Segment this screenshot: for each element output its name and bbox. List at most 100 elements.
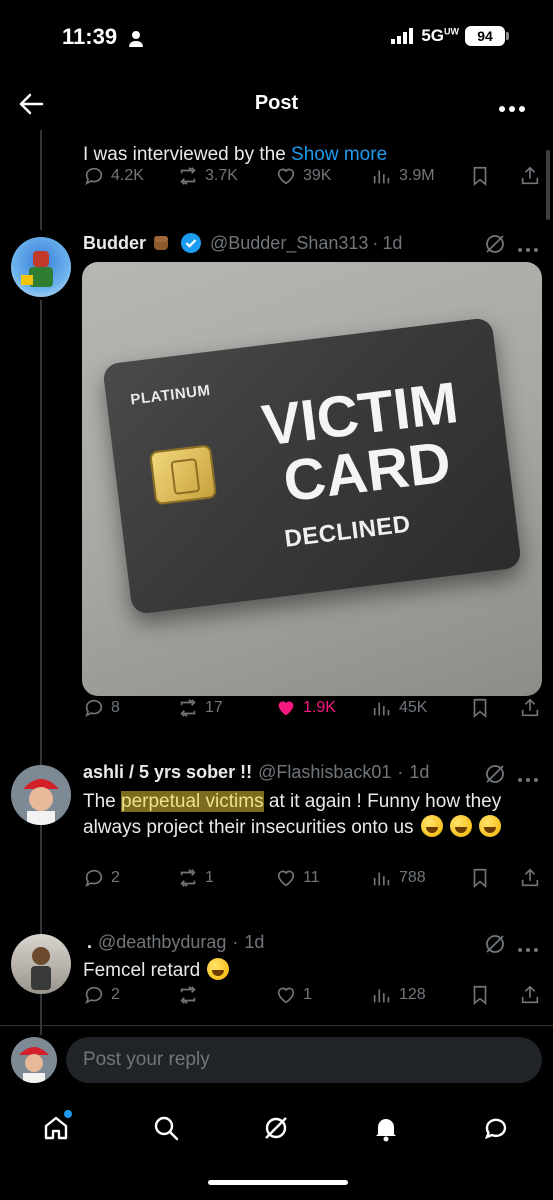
grok-icon (486, 935, 504, 953)
show-more-link[interactable]: Show more (291, 144, 387, 165)
like-count: 1 (303, 986, 312, 1003)
post-time: 1d (409, 762, 430, 782)
view-count: 3.9M (399, 167, 435, 184)
tab-home[interactable] (36, 1108, 76, 1148)
avatar[interactable] (11, 934, 71, 994)
heart-icon (277, 168, 295, 185)
grok-icon (486, 235, 504, 253)
share-button[interactable] (519, 984, 541, 1006)
views-button[interactable]: 788 (371, 867, 426, 889)
heart-filled-icon (278, 701, 294, 716)
thread-line (40, 300, 42, 1035)
more-options-button[interactable] (498, 100, 526, 118)
reply-input[interactable]: Post your reply (66, 1037, 542, 1083)
more-dots-icon (499, 106, 525, 112)
share-icon (521, 166, 539, 185)
reply-button[interactable]: 2 (83, 984, 120, 1006)
reply-icon (85, 869, 103, 888)
avatar[interactable] (11, 765, 71, 825)
author-handle[interactable]: @Budder_Shan313 (210, 233, 368, 254)
repost-icon (180, 986, 196, 1004)
views-icon (373, 989, 390, 1003)
post-image[interactable]: PLATINUM VICTIM CARD DECLINED (82, 262, 542, 696)
highlighted-text: perpetual victims (121, 791, 264, 812)
grok-button[interactable] (484, 933, 506, 960)
views-icon (373, 702, 390, 716)
share-button[interactable] (519, 697, 541, 719)
home-indicator (208, 1180, 348, 1185)
like-button[interactable]: 39K (275, 165, 331, 187)
reply-count: 8 (111, 699, 120, 716)
avatar-person-icon (23, 779, 59, 825)
avatar-person-icon (31, 947, 51, 990)
rofl-emoji-icon (479, 815, 502, 837)
more-dots-icon (518, 248, 538, 252)
home-icon (44, 1116, 68, 1140)
views-button[interactable]: 3.9M (371, 165, 435, 187)
author-handle[interactable]: @deathbydurag (98, 932, 226, 953)
repost-count: 1 (205, 869, 214, 886)
my-avatar[interactable] (11, 1037, 57, 1083)
tab-search[interactable] (146, 1108, 186, 1148)
avatar-figure-icon (21, 251, 53, 287)
post-more-button[interactable] (517, 240, 539, 258)
repost-count: 17 (205, 699, 223, 716)
reply-count: 4.2K (111, 167, 144, 184)
grok-button[interactable] (484, 763, 506, 790)
author-name[interactable]: Budder (83, 233, 146, 254)
heart-icon (277, 870, 295, 887)
reply-icon (85, 167, 103, 186)
tab-messages[interactable] (476, 1108, 516, 1148)
share-button[interactable] (519, 165, 541, 187)
rofl-emoji-icon (450, 815, 473, 837)
grok-icon (265, 1117, 287, 1139)
bottom-tab-bar (0, 1100, 553, 1160)
author-name[interactable]: . (87, 932, 92, 953)
repost-button[interactable] (177, 984, 205, 1006)
avatar-person-icon (19, 1047, 49, 1083)
like-button[interactable]: 11 (275, 867, 320, 889)
tab-notifications[interactable] (366, 1108, 406, 1148)
more-dots-icon (518, 948, 538, 952)
bookmark-button[interactable] (469, 984, 491, 1006)
reply-count: 2 (111, 986, 120, 1003)
reply-button[interactable]: 8 (83, 697, 120, 719)
repost-button[interactable]: 3.7K (177, 165, 238, 187)
like-count: 1.9K (303, 699, 336, 716)
views-button[interactable]: 128 (371, 984, 426, 1006)
author-handle[interactable]: @Flashisback01 (258, 762, 391, 783)
grok-button[interactable] (484, 233, 506, 260)
message-icon (484, 1118, 507, 1140)
bookmark-button[interactable] (469, 165, 491, 187)
notification-dot (64, 1110, 72, 1118)
reply-button[interactable]: 2 (83, 867, 120, 889)
rofl-emoji-icon (207, 958, 230, 980)
repost-button[interactable]: 17 (177, 697, 223, 719)
author-name[interactable]: ashli / 5 yrs sober !! (83, 762, 252, 783)
reply2-text: Femcel retard (83, 958, 230, 984)
reply-button[interactable]: 4.2K (83, 165, 144, 187)
bookmark-button[interactable] (469, 867, 491, 889)
post-more-button[interactable] (517, 940, 539, 958)
post-more-button[interactable] (517, 770, 539, 788)
share-icon (521, 698, 539, 717)
raised-fist-icon (154, 236, 168, 250)
scroll-indicator[interactable] (546, 150, 550, 220)
tab-grok[interactable] (256, 1108, 296, 1148)
bell-icon (376, 1119, 396, 1142)
reply1-text: The perpetual victims at it again ! Funn… (83, 791, 502, 838)
bookmark-icon (473, 698, 487, 719)
views-icon (373, 170, 390, 184)
search-icon (154, 1116, 179, 1141)
repost-button[interactable]: 1 (177, 867, 214, 889)
card-declined-label: DECLINED (283, 510, 413, 553)
like-button[interactable]: 1.9K (275, 697, 336, 719)
bookmark-icon (473, 868, 487, 889)
views-icon (373, 872, 390, 886)
reply-icon (85, 699, 103, 718)
views-button[interactable]: 45K (371, 697, 427, 719)
like-button[interactable]: 1 (275, 984, 312, 1006)
avatar[interactable] (11, 237, 71, 297)
bookmark-button[interactable] (469, 697, 491, 719)
share-button[interactable] (519, 867, 541, 889)
